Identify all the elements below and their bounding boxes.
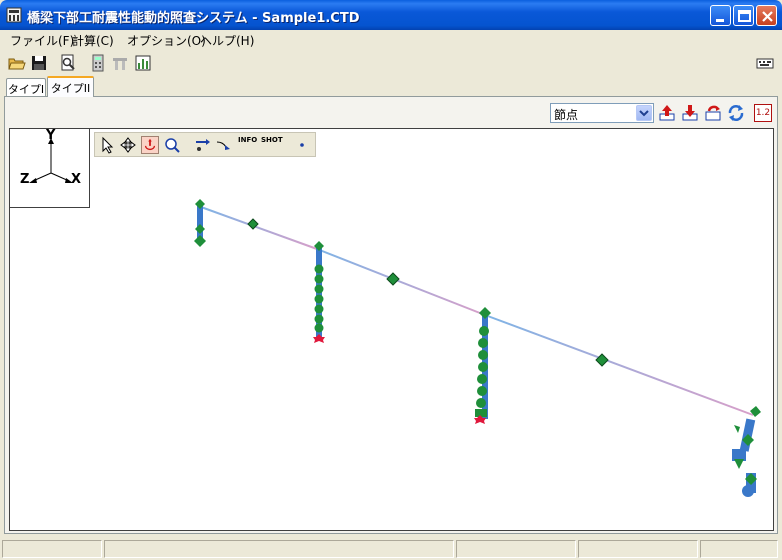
model-viewport[interactable] (9, 128, 774, 531)
title-bar: 橋梁下部工耐震性能動的照査システム - Sample1.CTD (0, 0, 782, 30)
curve-icon[interactable] (215, 136, 233, 154)
chart-icon[interactable] (134, 54, 152, 72)
menu-options[interactable]: オプション(O) (127, 32, 206, 49)
status-pane-3 (456, 540, 576, 558)
bridge-model (194, 199, 761, 497)
tab-type-2[interactable]: タイプII (47, 76, 94, 97)
keyboard-icon[interactable] (756, 54, 774, 72)
print-preview-icon[interactable] (59, 54, 77, 72)
zoom-icon[interactable] (163, 136, 181, 154)
window-title: 橋梁下部工耐震性能動的照査システム - Sample1.CTD (27, 11, 360, 26)
axis-x-label: X (71, 172, 82, 187)
shot-icon[interactable]: SHOT (261, 136, 283, 154)
axes-indicator: Y Z X (9, 128, 90, 208)
minimize-button[interactable] (710, 5, 731, 26)
maximize-button[interactable] (733, 5, 754, 26)
main-toolbar (4, 52, 778, 76)
up-arrow-icon[interactable] (658, 104, 676, 122)
refresh-icon[interactable] (704, 104, 722, 122)
menu-bar: ファイル(F) 計算(C) オプション(O) ヘルプ(H) (4, 30, 778, 50)
scale-icon[interactable]: 1.2 (754, 104, 772, 122)
down-arrow-icon[interactable] (681, 104, 699, 122)
status-pane-2 (104, 540, 454, 558)
minimize-icon (716, 19, 724, 22)
point-icon[interactable] (293, 136, 311, 154)
status-pane-5 (700, 540, 778, 558)
rotate-view-icon[interactable] (141, 136, 159, 154)
status-pane-1 (2, 540, 102, 558)
rotate-icon[interactable] (727, 104, 745, 122)
menu-help[interactable]: ヘルプ(H) (200, 32, 254, 49)
menu-file[interactable]: ファイル(F) (10, 32, 74, 49)
pan-icon[interactable] (119, 136, 137, 154)
move-icon[interactable] (193, 136, 211, 154)
node-select-value: 節点 (554, 108, 579, 122)
save-icon[interactable] (30, 54, 48, 72)
status-pane-4 (578, 540, 698, 558)
node-select[interactable]: 節点 (550, 103, 654, 123)
app-icon (6, 7, 22, 23)
calculator-icon[interactable] (89, 54, 107, 72)
select-cursor-icon[interactable] (99, 136, 117, 154)
close-icon (762, 11, 773, 22)
status-bar (0, 538, 782, 560)
axis-y-label: Y (46, 128, 56, 143)
bridge-icon[interactable] (111, 54, 129, 72)
open-folder-icon[interactable] (8, 54, 26, 72)
info-icon[interactable]: INFO (238, 136, 257, 154)
tab-type-1[interactable]: タイプI (6, 78, 46, 96)
close-button[interactable] (756, 5, 777, 26)
chevron-down-icon[interactable] (636, 105, 652, 121)
maximize-icon (738, 10, 751, 22)
view-tools-palette: INFO SHOT (94, 132, 316, 157)
axis-z-label: Z (20, 172, 30, 187)
menu-calculate[interactable]: 計算(C) (72, 32, 114, 49)
